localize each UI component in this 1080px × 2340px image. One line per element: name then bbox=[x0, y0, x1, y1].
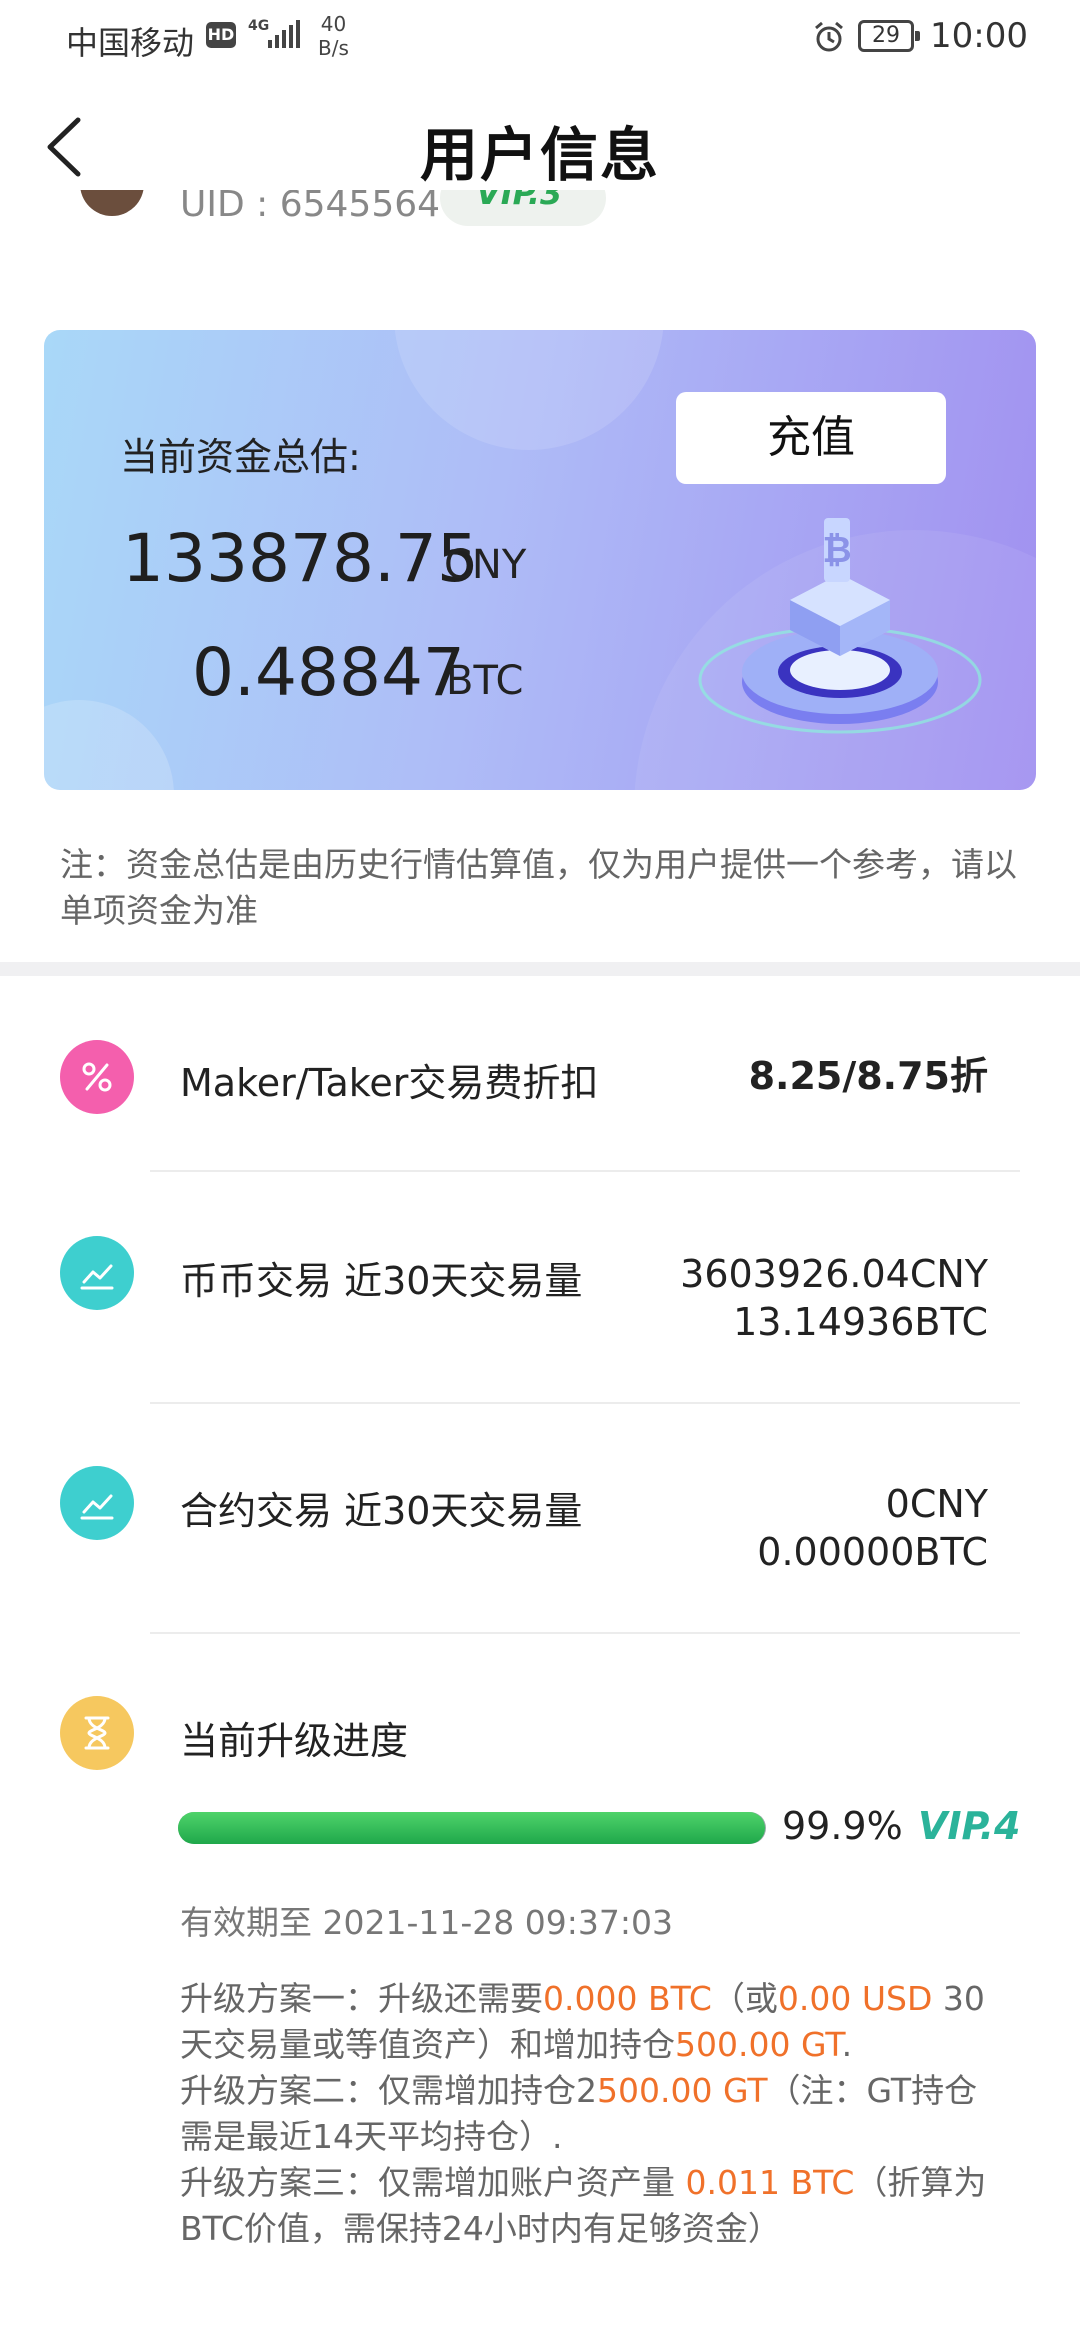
recharge-button[interactable]: 充值 bbox=[676, 392, 946, 484]
plan-text: . bbox=[841, 2025, 853, 2064]
asset-summary-card: 当前资金总估: 133878.75 CNY 0.48847 BTC 充值 ₿ bbox=[44, 330, 1036, 790]
page-title: 用户信息 bbox=[419, 121, 660, 189]
next-vip-badge: VIP.4 bbox=[918, 1804, 1021, 1848]
bitcoin-platform-illustration: ₿ bbox=[698, 518, 982, 734]
row-divider bbox=[150, 1632, 1020, 1634]
contract-volume-label: 合约交易 近30天交易量 bbox=[180, 1489, 583, 1533]
asset-note: 注：资金总估是由历史行情估算值，仅为用户提供一个参考，请以单项资金为准 bbox=[60, 845, 1017, 930]
plan-highlight: 500.00 GT bbox=[597, 2071, 768, 2110]
speed-value: 40 bbox=[320, 12, 347, 36]
trend-chart-icon bbox=[60, 1466, 134, 1540]
vip-level-label: VIP.3 bbox=[476, 190, 563, 212]
signal-icon bbox=[268, 20, 300, 48]
asset-btc-unit: BTC bbox=[446, 658, 524, 704]
spot-volume-cny: 3603926.04CNY bbox=[680, 1252, 988, 1296]
trend-chart-icon bbox=[60, 1236, 134, 1310]
contract-volume-cny: 0CNY bbox=[885, 1482, 988, 1526]
asset-cny-value: 133878.75 bbox=[122, 520, 479, 597]
network-speed: 40 B/s bbox=[318, 12, 349, 60]
upgrade-progress-text: 99.9% bbox=[782, 1804, 903, 1848]
vip-level-badge: VIP.3 bbox=[440, 190, 606, 226]
decorative-circle bbox=[44, 700, 174, 790]
plan-text: （或 bbox=[711, 1979, 778, 2018]
alarm-clock-icon bbox=[815, 21, 843, 52]
asset-total-label: 当前资金总估: bbox=[120, 435, 361, 479]
upgrade-plans: 升级方案一：升级还需要0.000 BTC（或0.00 USD 30天交易量或等值… bbox=[180, 1976, 1000, 2252]
row-divider bbox=[150, 1170, 1020, 1172]
avatar bbox=[80, 190, 144, 216]
upgrade-progress-fill bbox=[178, 1812, 766, 1844]
plan-highlight: 0.000 BTC bbox=[543, 1979, 712, 2018]
row-divider bbox=[150, 1402, 1020, 1404]
spot-volume-value: 3603926.04CNY 13.14936BTC bbox=[680, 1250, 988, 1346]
status-bar: 中国移动 HD 4G 40 B/s 29 10:00 bbox=[0, 0, 1080, 76]
expire-date: 有效期至 2021-11-28 09:37:03 bbox=[180, 1903, 673, 1942]
upgrade-plan-1: 升级方案一：升级还需要0.000 BTC（或0.00 USD 30天交易量或等值… bbox=[180, 1976, 1000, 2068]
hourglass-icon bbox=[60, 1696, 134, 1770]
contract-volume-value: 0CNY 0.00000BTC bbox=[757, 1480, 988, 1576]
plan-text: 升级方案二：仅需增加持仓2 bbox=[180, 2071, 597, 2110]
asset-cny-unit: CNY bbox=[444, 542, 527, 588]
spot-volume-label: 币币交易 近30天交易量 bbox=[180, 1259, 583, 1303]
plan-highlight: 0.011 BTC bbox=[685, 2163, 855, 2202]
fee-discount-value: 8.25/8.75折 bbox=[748, 1054, 988, 1098]
asset-btc-value: 0.48847 bbox=[192, 634, 465, 711]
battery-indicator: 29 bbox=[858, 20, 920, 52]
upgrade-progress-bar bbox=[178, 1812, 766, 1844]
upgrade-plan-3: 升级方案三：仅需增加账户资产量 0.011 BTC（折算为BTC价值，需保持24… bbox=[180, 2160, 1000, 2252]
upgrade-plan-2: 升级方案二：仅需增加持仓2500.00 GT（注：GT持仓需是最近14天平均持仓… bbox=[180, 2068, 1000, 2160]
contract-volume-btc: 0.00000BTC bbox=[757, 1530, 988, 1574]
decorative-circle bbox=[394, 330, 664, 450]
plan-text: 升级方案一：升级还需要 bbox=[180, 1979, 543, 2018]
clock: 10:00 bbox=[930, 16, 1028, 56]
upgrade-progress-title: 当前升级进度 bbox=[180, 1719, 409, 1763]
speed-unit: B/s bbox=[318, 36, 349, 60]
svg-text:₿: ₿ bbox=[822, 530, 851, 571]
hd-icon: HD bbox=[206, 22, 236, 48]
plan-text: 升级方案三：仅需增加账户资产量 bbox=[180, 2163, 686, 2202]
user-uid: UID : 6545564 bbox=[180, 190, 441, 225]
plan-highlight: 500.00 GT bbox=[675, 2025, 842, 2064]
carrier-name: 中国移动 bbox=[66, 24, 195, 62]
fee-discount-label: Maker/Taker交易费折扣 bbox=[180, 1061, 599, 1105]
section-divider bbox=[0, 962, 1080, 976]
percent-icon bbox=[60, 1040, 134, 1114]
plan-highlight: 0.00 USD bbox=[777, 1979, 933, 2018]
profile-row: UID : 6545564 VIP.3 bbox=[0, 190, 1080, 238]
spot-volume-btc: 13.14936BTC bbox=[733, 1300, 988, 1344]
